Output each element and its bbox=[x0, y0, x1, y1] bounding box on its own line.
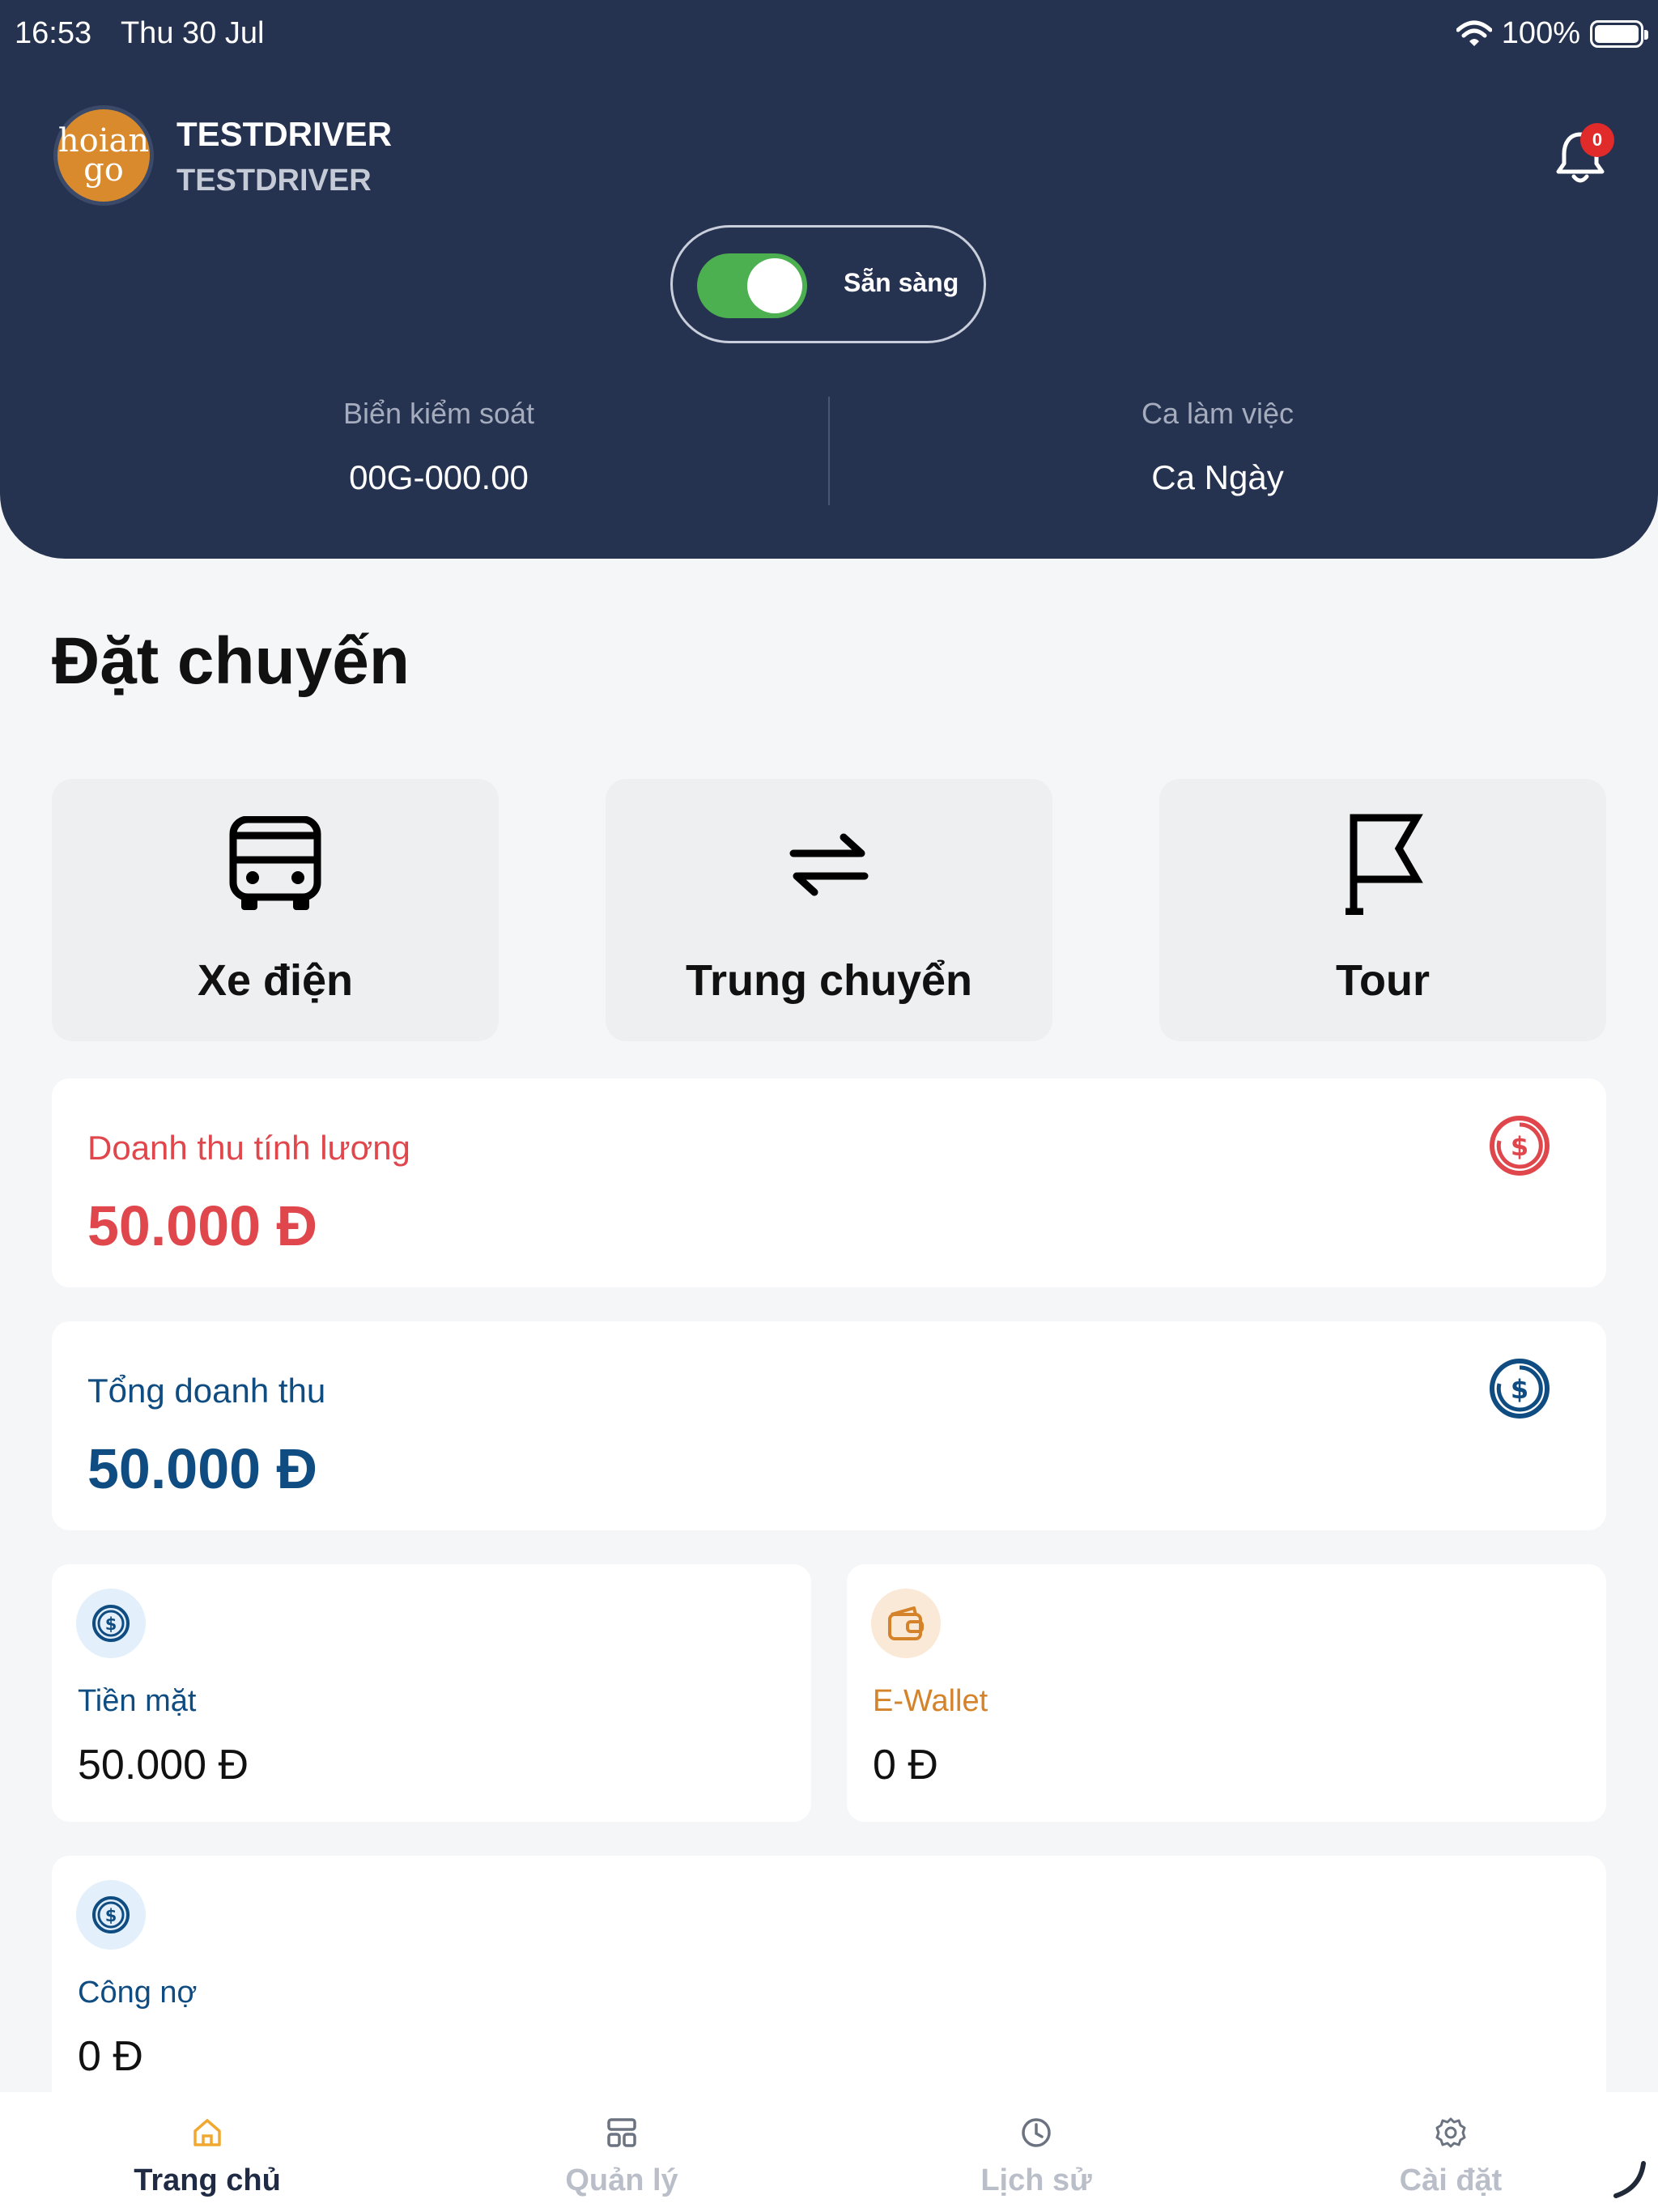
nav-item-manage[interactable]: Quản lý bbox=[460, 2116, 784, 2198]
nav-label-history: Lịch sử bbox=[980, 2163, 1092, 2197]
pencil-hook-icon bbox=[1613, 2161, 1646, 2198]
dollar-coin-icon: $ bbox=[92, 1605, 130, 1642]
toggle-knob bbox=[747, 258, 802, 313]
wifi-icon bbox=[1456, 20, 1492, 46]
shift-label: Ca làm việc bbox=[1141, 397, 1295, 430]
svg-text:$: $ bbox=[1511, 1374, 1528, 1405]
availability-toggle[interactable]: Sẵn sàng bbox=[670, 225, 986, 343]
ewallet-amount: 0 Đ bbox=[873, 1742, 938, 1789]
shift-info: Ca làm việc Ca Ngày bbox=[813, 397, 1622, 497]
svg-text:$: $ bbox=[105, 1906, 117, 1925]
booking-option-transfer[interactable]: Trung chuyển bbox=[606, 779, 1052, 1041]
ewallet-title: E-Wallet bbox=[873, 1684, 988, 1718]
svg-text:$: $ bbox=[1511, 1131, 1528, 1162]
logo-text-line2: go bbox=[83, 151, 124, 189]
cash-icon-badge: $ bbox=[76, 1589, 146, 1658]
availability-label: Sẵn sàng bbox=[844, 268, 959, 297]
header: 16:53 Thu 30 Jul 100% hoian go TESTDRIVE… bbox=[0, 0, 1658, 559]
ewallet-card: E-Wallet 0 Đ bbox=[847, 1564, 1606, 1822]
gear-icon bbox=[1435, 2117, 1466, 2148]
salary-revenue-title: Doanh thu tính lương bbox=[87, 1129, 410, 1167]
grid-icon bbox=[607, 2118, 636, 2147]
nav-label-manage: Quản lý bbox=[565, 2163, 678, 2197]
cash-card: $ Tiền mặt 50.000 Đ bbox=[52, 1564, 811, 1822]
nav-item-settings[interactable]: Cài đặt bbox=[1289, 2116, 1613, 2198]
booking-option-electric-car[interactable]: Xe điện bbox=[52, 779, 499, 1041]
bus-icon bbox=[229, 816, 321, 910]
status-time: 16:53 bbox=[15, 16, 92, 50]
booking-option-tour[interactable]: Tour bbox=[1159, 779, 1606, 1041]
plate-value: 00G-000.00 bbox=[349, 458, 529, 496]
user-subtitle: TESTDRIVER bbox=[176, 164, 372, 198]
booking-option-label: Tour bbox=[1336, 956, 1430, 1005]
dollar-coin-icon: $ bbox=[1490, 1116, 1550, 1176]
salary-revenue-card: Doanh thu tính lương 50.000 Đ $ bbox=[52, 1078, 1606, 1287]
salary-revenue-amount: 50.000 Đ bbox=[87, 1194, 318, 1257]
booking-option-label: Xe điện bbox=[197, 956, 354, 1005]
cash-title: Tiền mặt bbox=[78, 1684, 197, 1718]
debt-title: Công nợ bbox=[78, 1976, 198, 2010]
status-bar: 16:53 Thu 30 Jul 100% bbox=[15, 15, 1648, 55]
shift-value: Ca Ngày bbox=[1151, 458, 1284, 496]
battery-percent: 100% bbox=[1501, 16, 1580, 50]
nav-label-home: Trang chủ bbox=[134, 2163, 281, 2197]
dollar-coin-icon: $ bbox=[92, 1896, 130, 1933]
wallet-icon bbox=[888, 1606, 924, 1640]
svg-text:$: $ bbox=[105, 1614, 117, 1634]
booking-section-title: Đặt chuyến bbox=[52, 624, 410, 698]
total-revenue-amount: 50.000 Đ bbox=[87, 1437, 318, 1500]
nav-item-history[interactable]: Lịch sử bbox=[874, 2116, 1198, 2198]
swap-arrows-icon bbox=[789, 833, 869, 896]
clock-icon bbox=[1022, 2118, 1051, 2147]
bottom-nav: Trang chủ Quản lý Lịch sử Cài đặt bbox=[0, 2092, 1658, 2212]
booking-option-label: Trung chuyển bbox=[685, 956, 973, 1005]
battery-icon bbox=[1590, 19, 1648, 48]
debt-icon-badge: $ bbox=[76, 1880, 146, 1950]
status-date: Thu 30 Jul bbox=[120, 16, 265, 50]
flag-icon bbox=[1346, 814, 1423, 915]
ewallet-icon-badge bbox=[871, 1589, 941, 1658]
plate-info: Biển kiểm soát 00G-000.00 bbox=[34, 397, 844, 497]
home-icon bbox=[193, 2119, 221, 2146]
nav-label-settings: Cài đặt bbox=[1399, 2163, 1503, 2197]
plate-label: Biển kiểm soát bbox=[342, 397, 535, 430]
notification-badge: 0 bbox=[1580, 123, 1614, 157]
total-revenue-title: Tổng doanh thu bbox=[87, 1372, 326, 1410]
total-revenue-card: Tổng doanh thu 50.000 Đ $ bbox=[52, 1321, 1606, 1530]
avatar[interactable]: hoian go bbox=[53, 105, 154, 206]
nav-item-home[interactable]: Trang chủ bbox=[45, 2116, 369, 2198]
user-name: TESTDRIVER bbox=[176, 115, 393, 153]
dollar-coin-icon: $ bbox=[1490, 1359, 1550, 1419]
debt-amount: 0 Đ bbox=[78, 2033, 143, 2080]
debt-card: $ Công nợ 0 Đ bbox=[52, 1856, 1606, 2115]
toggle-switch[interactable] bbox=[697, 253, 807, 318]
cash-amount: 50.000 Đ bbox=[78, 1742, 249, 1789]
